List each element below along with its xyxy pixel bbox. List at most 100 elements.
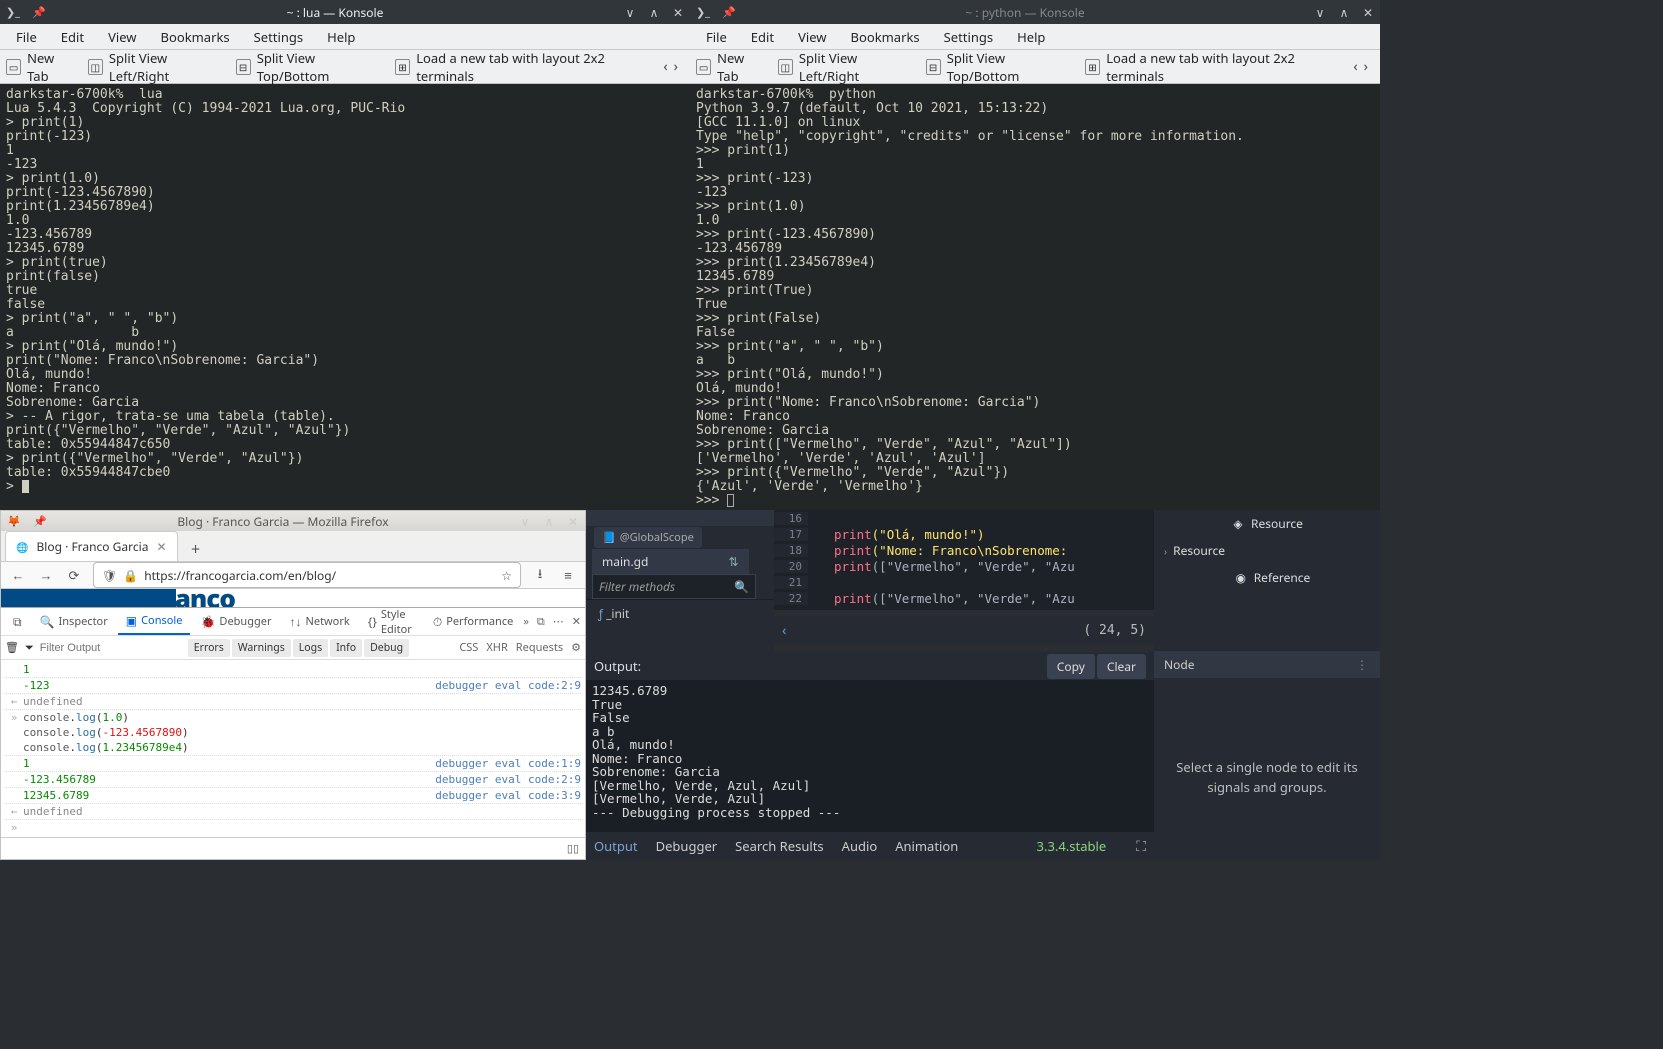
pin-icon[interactable]: 📌 <box>30 3 48 21</box>
scroll-right-icon[interactable]: › <box>674 57 678 76</box>
copy-button[interactable]: Copy <box>1047 654 1095 679</box>
pin-icon[interactable]: 📌 <box>31 512 49 530</box>
filter-input[interactable] <box>40 642 182 654</box>
console-prompt[interactable] <box>23 821 581 834</box>
titlebar[interactable]: ❯_ 📌 ~ : python — Konsole ∨ ∧ ✕ <box>690 0 1380 24</box>
clear-button[interactable]: Clear <box>1097 654 1146 679</box>
script-tab[interactable]: main.gd ⇅ <box>592 549 749 574</box>
tab-network[interactable]: ↑↓Network <box>282 609 358 634</box>
source-link[interactable]: debugger eval code:1:9 <box>435 757 581 770</box>
source-link[interactable]: debugger eval code:3:9 <box>435 789 581 802</box>
bookmark-icon[interactable]: ☆ <box>501 567 512 584</box>
source-link[interactable]: debugger eval code:2:9 <box>435 773 581 786</box>
chip-css[interactable]: CSS <box>459 640 478 655</box>
tab-console[interactable]: ▣Console <box>118 608 191 635</box>
maximize-icon[interactable]: ∧ <box>539 511 559 531</box>
minimize-icon[interactable]: ∨ <box>515 511 535 531</box>
menu-help[interactable]: Help <box>1017 28 1045 46</box>
new-tab-button[interactable]: ▭New Tab <box>696 49 766 85</box>
close-tab-icon[interactable]: ✕ <box>156 538 166 555</box>
back-button[interactable]: ← <box>9 566 27 584</box>
menu-settings[interactable]: Settings <box>944 28 993 46</box>
close-devtools-icon[interactable]: ✕ <box>572 614 581 629</box>
class-resource[interactable]: ◈Resource <box>1154 510 1380 537</box>
menu-view[interactable]: View <box>798 28 826 46</box>
console-output[interactable]: 1 -123debugger eval code:2:9 ←undefined … <box>1 660 585 837</box>
scope-selector[interactable]: 📘 @GlobalScope <box>594 527 702 548</box>
chip-warnings[interactable]: Warnings <box>232 639 291 657</box>
scroll-left-icon[interactable]: ‹ <box>1353 57 1357 76</box>
godot-script-editor[interactable]: 16 17print("Olá, mundo!") 18print("Nome:… <box>774 510 1154 610</box>
scroll-left-icon[interactable]: ‹ <box>663 57 667 76</box>
menu-edit[interactable]: Edit <box>751 28 774 46</box>
node-panel-header[interactable]: Node⋮ <box>1154 651 1380 678</box>
terminal-output[interactable]: darkstar-6700k% python Python 3.9.7 (def… <box>690 84 1380 510</box>
split-lr-button[interactable]: ◫Split View Left/Right <box>778 49 914 85</box>
tab-debugger[interactable]: Debugger <box>656 837 718 855</box>
tab-output[interactable]: Output <box>594 837 638 855</box>
titlebar[interactable]: 🦊 📌 Blog · Franco Garcia — Mozilla Firef… <box>1 511 585 531</box>
tab-search[interactable]: Search Results <box>735 837 823 855</box>
kebab-icon[interactable]: ⋮ <box>1356 656 1370 673</box>
overflow-icon[interactable]: » <box>523 614 529 629</box>
split-tb-button[interactable]: ⊟Split View Top/Bottom <box>926 49 1073 85</box>
browser-tab[interactable]: 🌐 Blog · Franco Garcia ✕ <box>5 531 178 561</box>
settings-icon[interactable]: ⚙ <box>571 640 581 655</box>
chip-logs[interactable]: Logs <box>293 639 328 657</box>
tree-reference[interactable]: ◉Reference <box>1154 564 1380 591</box>
back-icon[interactable]: ‹ <box>782 621 786 640</box>
downloads-icon[interactable]: ⭳ <box>531 566 549 584</box>
forward-button[interactable]: → <box>37 566 55 584</box>
tab-animation[interactable]: Animation <box>895 837 958 855</box>
chip-xhr[interactable]: XHR <box>486 640 507 655</box>
maximize-icon[interactable]: ∧ <box>1334 2 1354 22</box>
trash-icon[interactable]: 🗑 <box>5 640 19 655</box>
sort-icon[interactable]: ⇅ <box>728 553 738 570</box>
dock-icon[interactable]: ⧉ <box>537 614 545 629</box>
layout-2x2-button[interactable]: ⊞Load a new tab with layout 2x2 terminal… <box>1085 49 1341 85</box>
source-link[interactable]: debugger eval code:2:9 <box>435 679 581 692</box>
scroll-right-icon[interactable]: › <box>1364 57 1368 76</box>
menu-edit[interactable]: Edit <box>61 28 84 46</box>
menu-bookmarks[interactable]: Bookmarks <box>161 28 230 46</box>
menu-bookmarks[interactable]: Bookmarks <box>851 28 920 46</box>
split-lr-button[interactable]: ◫Split View Left/Right <box>88 49 224 85</box>
chip-debug[interactable]: Debug <box>364 639 409 657</box>
pin-icon[interactable]: 📌 <box>720 3 738 21</box>
url-bar[interactable]: 🛡 🔒 https://francogarcia.com/en/blog/ ☆ <box>93 562 521 588</box>
menu-help[interactable]: Help <box>327 28 355 46</box>
split-console-icon[interactable]: ▯▯ <box>567 841 579 856</box>
menu-file[interactable]: File <box>16 28 37 46</box>
maximize-icon[interactable]: ∧ <box>644 2 664 22</box>
menu-settings[interactable]: Settings <box>254 28 303 46</box>
menu-file[interactable]: File <box>706 28 727 46</box>
menu-icon[interactable]: ≡ <box>559 566 577 584</box>
more-icon[interactable]: ⋯ <box>553 614 564 629</box>
chip-errors[interactable]: Errors <box>188 639 230 657</box>
method-item[interactable]: ƒ _init <box>598 605 629 622</box>
lock-icon[interactable]: 🔒 <box>123 567 138 584</box>
tab-debugger[interactable]: 🐞Debugger <box>192 609 279 634</box>
close-icon[interactable]: ✕ <box>563 511 583 531</box>
tab-style-editor[interactable]: {}Style Editor <box>360 603 423 641</box>
chip-info[interactable]: Info <box>330 639 362 657</box>
tree-resource[interactable]: ›Resource <box>1154 537 1380 564</box>
close-icon[interactable]: ✕ <box>668 2 688 22</box>
new-tab-button[interactable]: + <box>184 537 208 561</box>
layout-2x2-button[interactable]: ⊞Load a new tab with layout 2x2 terminal… <box>395 49 651 85</box>
titlebar[interactable]: ❯_ 📌 ~ : lua — Konsole ∨ ∧ ✕ <box>0 0 690 24</box>
method-filter-input[interactable]: Filter methods 🔍 <box>592 574 756 599</box>
tab-inspector[interactable]: 🔍Inspector <box>32 609 116 634</box>
terminal-output[interactable]: darkstar-6700k% lua Lua 5.4.3 Copyright … <box>0 84 690 510</box>
tab-performance[interactable]: ⏱Performance <box>425 609 522 634</box>
menu-view[interactable]: View <box>108 28 136 46</box>
tab-audio[interactable]: Audio <box>842 837 878 855</box>
output-body[interactable]: 12345.6789 True False a b Olá, mundo! No… <box>586 680 1154 832</box>
minimize-icon[interactable]: ∨ <box>620 2 640 22</box>
shield-icon[interactable]: 🛡 <box>102 567 117 584</box>
responsive-icon[interactable]: ⧉ <box>5 609 30 634</box>
chip-requests[interactable]: Requests <box>516 640 563 655</box>
reload-button[interactable]: ⟳ <box>65 566 83 584</box>
split-tb-button[interactable]: ⊟Split View Top/Bottom <box>236 49 383 85</box>
minimize-icon[interactable]: ∨ <box>1310 2 1330 22</box>
